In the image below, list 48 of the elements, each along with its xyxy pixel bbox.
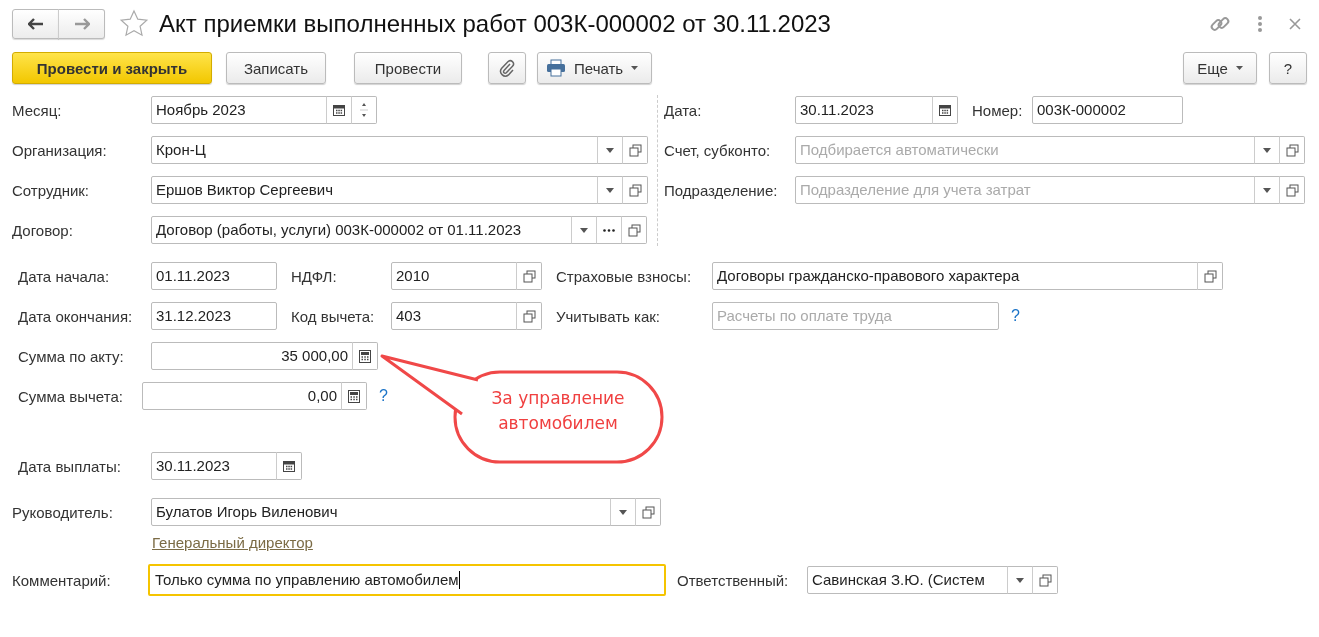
help-link[interactable]: ? [1011,307,1020,325]
toolbar-button[interactable]: Провести [354,52,462,84]
field-label: Учитывать как: [556,307,661,325]
input-field[interactable]: 0,00 [142,382,342,410]
input-field[interactable]: Ноябрь 2023 [151,96,327,124]
help-button[interactable]: ? [1269,52,1307,84]
input-field[interactable]: 30.11.2023 [795,96,933,124]
field-label: Сотрудник: [12,181,91,199]
field-label: Руководитель: [12,503,114,521]
input-field[interactable]: Булатов Игорь Виленович [151,498,611,526]
field-label: Сумма по акту: [18,347,125,365]
post-close-button[interactable]: Провести и закрыть [12,52,212,84]
input-field[interactable]: 35 000,00 [151,342,353,370]
field-label: Сумма вычета: [18,387,124,405]
field-label: Месяц: [12,101,63,119]
input-field[interactable]: Договор (работы, услуги) 003К-000002 от 01.11.2023 [151,216,572,244]
field-label: Дата выплаты: [18,457,122,475]
input-field[interactable]: 30.11.2023 [151,452,277,480]
toolbar-button[interactable]: Записать [226,52,326,84]
input-field[interactable]: Крон-Ц [151,136,598,164]
input-field[interactable]: 003К-000002 [1032,96,1183,124]
field-label: Договор: [12,221,74,239]
callout-text: За управление автомобилем [490,387,626,435]
help-link[interactable]: ? [379,387,388,405]
position-link[interactable]: Генеральный директор [152,534,313,551]
input-field[interactable]: 01.11.2023 [151,262,277,290]
field-label: Дата: [664,101,703,119]
more-menu-button[interactable]: Еще [1183,52,1257,84]
field-label: Ответственный: [677,571,790,589]
field-label: Счет, субконто: [664,141,772,159]
input-field[interactable]: Договоры гражданско-правового характера [712,262,1198,290]
field-label: Номер: [972,101,1024,119]
field-label: Страховые взносы: [556,267,693,285]
input-field[interactable]: 403 [391,302,517,330]
input-field[interactable]: Савинская З.Ю. (Систем [807,566,1008,594]
field-label: Дата окончания: [18,307,134,325]
comment-field[interactable]: Только сумма по управлению автомобилем [148,564,666,596]
field-label: Дата начала: [18,267,111,285]
window-title: Акт приемки выполненных работ 003К-000002 от 30.11.2023 [159,10,832,38]
field-label: Код вычета: [291,307,376,325]
field-label: НДФЛ: [291,267,338,285]
field-label: Комментарий: [12,571,112,589]
field-label: Подразделение: [664,181,779,199]
print-button[interactable]: Печать [537,52,652,84]
input-field[interactable]: Ершов Виктор Сергеевич [151,176,598,204]
input-field[interactable]: 2010 [391,262,517,290]
input-field[interactable]: 31.12.2023 [151,302,277,330]
field-label: Организация: [12,141,108,159]
